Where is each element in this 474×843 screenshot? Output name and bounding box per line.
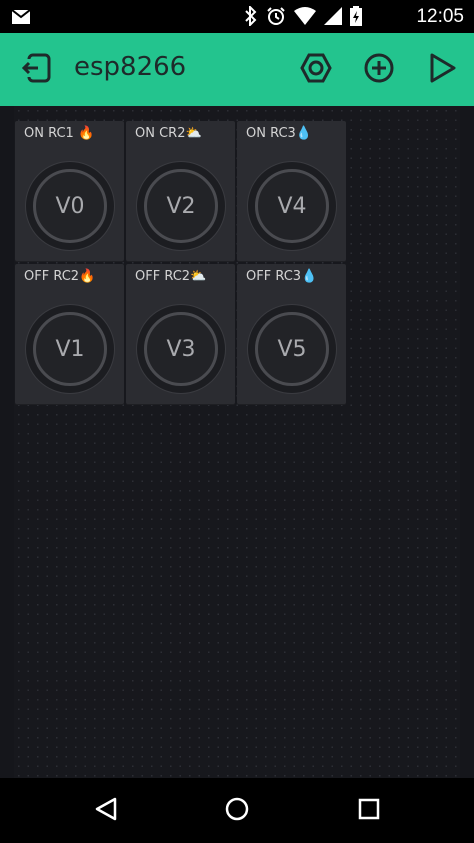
button-widget-v5[interactable]: OFF RC3💧 V5: [237, 264, 346, 404]
button-widget-v2[interactable]: ON CR2⛅ V2: [126, 121, 235, 261]
pin-label: V0: [55, 193, 85, 219]
knob[interactable]: V2: [136, 161, 226, 251]
play-button[interactable]: [423, 51, 461, 89]
play-icon: [425, 51, 459, 89]
knob[interactable]: V1: [25, 304, 115, 394]
button-widget-v1[interactable]: OFF RC2🔥 V1: [15, 264, 124, 404]
pin-label: V5: [277, 336, 307, 362]
pin-label: V2: [166, 193, 196, 219]
knob[interactable]: V4: [247, 161, 337, 251]
wifi-icon: [294, 7, 316, 29]
button-widget-v4[interactable]: ON RC3💧 V4: [237, 121, 346, 261]
settings-hex-icon: [299, 51, 333, 89]
widget-label: OFF RC3💧: [246, 269, 318, 284]
cell-signal-icon: [324, 7, 342, 29]
knob[interactable]: V0: [25, 161, 115, 251]
home-icon: [224, 796, 250, 826]
settings-button[interactable]: [297, 51, 335, 89]
button-widget-v3[interactable]: OFF RC2⛅ V3: [126, 264, 235, 404]
recents-icon: [357, 797, 381, 825]
home-button[interactable]: [222, 796, 252, 826]
project-title: esp8266: [74, 52, 187, 82]
alarm-icon: [266, 6, 286, 30]
bluetooth-icon: [244, 4, 258, 30]
widget-label: OFF RC2🔥: [24, 269, 96, 284]
exit-project-button[interactable]: [18, 51, 56, 89]
clock: 12:05: [416, 6, 464, 27]
mail-icon: [11, 9, 31, 28]
add-widget-icon: [362, 51, 396, 89]
exit-project-icon: [20, 51, 54, 89]
widget-label: ON RC1 🔥: [24, 126, 95, 141]
pin-label: V1: [55, 336, 85, 362]
dashboard-canvas[interactable]: ON RC1 🔥 V0 ON CR2⛅ V2 ON RC3💧 V4 OFF RC…: [14, 106, 460, 778]
back-button[interactable]: [91, 796, 121, 826]
widget-label: OFF RC2⛅: [135, 269, 207, 284]
widget-label: ON CR2⛅: [135, 126, 202, 141]
battery-charging-icon: [350, 6, 362, 30]
status-bar: 12:05: [0, 0, 474, 33]
button-widget-v0[interactable]: ON RC1 🔥 V0: [15, 121, 124, 261]
widget-label: ON RC3💧: [246, 126, 313, 141]
knob[interactable]: V3: [136, 304, 226, 394]
pin-label: V3: [166, 336, 196, 362]
navigation-bar: [0, 778, 474, 843]
add-widget-button[interactable]: [360, 51, 398, 89]
pin-label: V4: [277, 193, 307, 219]
recents-button[interactable]: [354, 796, 384, 826]
app-bar: esp8266: [0, 33, 474, 106]
back-icon: [93, 796, 119, 826]
knob[interactable]: V5: [247, 304, 337, 394]
